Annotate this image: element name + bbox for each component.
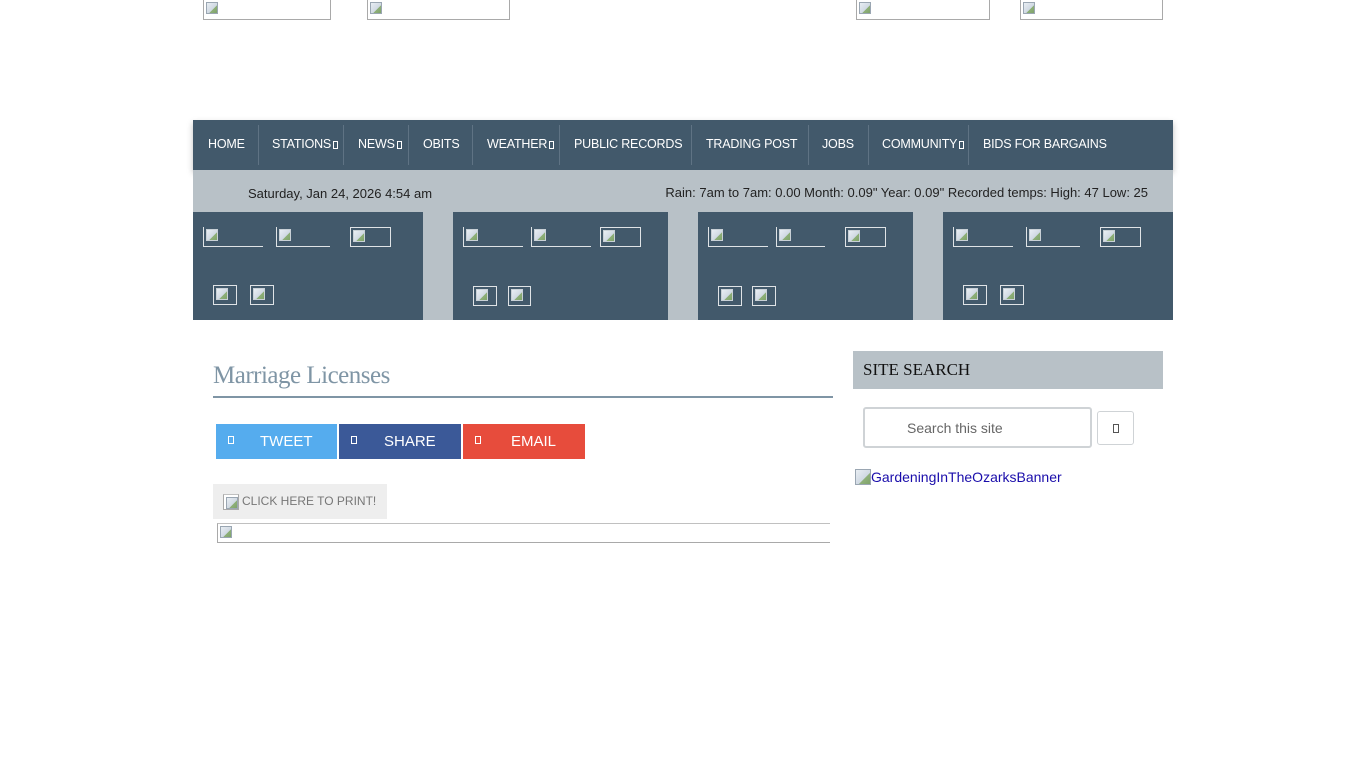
nav-item-label: BIDS FOR BARGAINS (983, 137, 1107, 151)
site-search-heading: SITE SEARCH (853, 351, 1163, 389)
article-title: Marriage Licenses (213, 362, 833, 398)
weather-summary: Rain: 7am to 7am: 0.00 Month: 0.09" Year… (665, 185, 1148, 200)
nav-item-label: STATIONS (272, 137, 332, 151)
station-image[interactable] (845, 227, 886, 247)
nav-item-public-records[interactable]: PUBLIC RECORDS (574, 120, 683, 170)
station-image[interactable] (600, 227, 641, 247)
station-image[interactable] (203, 227, 263, 247)
nav-divider (258, 125, 259, 165)
nav-item-label: OBITS (423, 137, 460, 151)
nav-divider (559, 125, 560, 165)
facebook-icon (351, 436, 357, 444)
envelope-icon (475, 436, 481, 444)
facebook-share-button[interactable]: SHARE (339, 424, 461, 459)
nav-item-label: JOBS (822, 137, 854, 151)
social-icon[interactable] (963, 285, 987, 305)
nav-item-trading-post[interactable]: TRADING POST (706, 120, 798, 170)
nav-item-jobs[interactable]: JOBS (822, 120, 854, 170)
nav-item-bids-for-bargains[interactable]: BIDS FOR BARGAINS (983, 120, 1107, 170)
nav-divider (968, 125, 969, 165)
station-image[interactable] (463, 227, 523, 247)
tweet-button[interactable]: TWEET (216, 424, 337, 459)
search-icon (1113, 424, 1119, 433)
nav-item-label: COMMUNITY (882, 137, 958, 151)
nav-item-label: TRADING POST (706, 137, 798, 151)
search-button[interactable] (1097, 411, 1134, 445)
social-icon[interactable] (1000, 285, 1024, 305)
dropdown-icon (396, 141, 402, 149)
share-label: SHARE (384, 433, 436, 450)
dropdown-icon (333, 141, 339, 149)
nav-item-home[interactable]: HOME (208, 120, 245, 170)
banner-image-icon (855, 469, 871, 485)
station-image[interactable] (276, 227, 330, 247)
banner-alt-text: GardeningInTheOzarksBanner (871, 469, 1062, 485)
social-icon[interactable] (752, 286, 776, 306)
social-icon[interactable] (250, 285, 274, 305)
nav-divider (868, 125, 869, 165)
dropdown-icon (959, 141, 965, 149)
station-image[interactable] (350, 227, 391, 247)
station-image[interactable] (953, 227, 1013, 247)
current-date: Saturday, Jan 24, 2026 4:54 am (248, 186, 433, 201)
nav-item-obits[interactable]: OBITS (423, 120, 460, 170)
print-button[interactable]: CLICK HERE TO PRINT! (213, 484, 387, 519)
social-icon[interactable] (718, 286, 742, 306)
station-image[interactable] (531, 227, 591, 247)
twitter-icon (228, 436, 234, 444)
nav-item-label: PUBLIC RECORDS (574, 137, 683, 151)
nav-item-news[interactable]: NEWS (358, 120, 402, 170)
nav-divider (408, 125, 409, 165)
printer-icon (223, 494, 239, 510)
print-label: CLICK HERE TO PRINT! (242, 494, 377, 508)
station-spacer (668, 212, 698, 320)
main-navigation: HOME STATIONS NEWS OBITS WEATHER PUBLIC … (193, 120, 1173, 170)
station-image[interactable] (776, 227, 825, 247)
nav-item-weather[interactable]: WEATHER (487, 120, 555, 170)
station-logo-image[interactable] (1020, 0, 1163, 20)
gardening-banner-link[interactable]: GardeningInTheOzarksBanner (855, 469, 1062, 485)
nav-item-stations[interactable]: STATIONS (272, 120, 339, 170)
nav-item-label: NEWS (358, 137, 395, 151)
social-icon[interactable] (508, 286, 531, 306)
station-spacer (913, 212, 943, 320)
nav-divider (472, 125, 473, 165)
nav-item-label: WEATHER (487, 137, 548, 151)
nav-divider (808, 125, 809, 165)
station-image[interactable] (708, 227, 768, 247)
station-logo-image[interactable] (203, 0, 331, 20)
tweet-label: TWEET (260, 433, 313, 450)
article-image (217, 523, 830, 543)
station-image[interactable] (1026, 227, 1080, 247)
social-icon[interactable] (213, 285, 237, 305)
email-label: EMAIL (511, 433, 557, 450)
dropdown-icon (549, 141, 555, 149)
search-input[interactable] (863, 407, 1092, 448)
nav-item-label: HOME (208, 137, 245, 151)
date-weather-bar: Saturday, Jan 24, 2026 4:54 am Rain: 7am… (193, 170, 1173, 212)
nav-divider (343, 125, 344, 165)
social-icon[interactable] (473, 286, 497, 306)
station-logo-image[interactable] (856, 0, 990, 20)
station-image[interactable] (1100, 227, 1141, 247)
nav-divider (691, 125, 692, 165)
station-spacer (423, 212, 453, 320)
nav-item-community[interactable]: COMMUNITY (882, 120, 965, 170)
email-button[interactable]: EMAIL (463, 424, 585, 459)
station-logo-image[interactable] (367, 0, 510, 20)
